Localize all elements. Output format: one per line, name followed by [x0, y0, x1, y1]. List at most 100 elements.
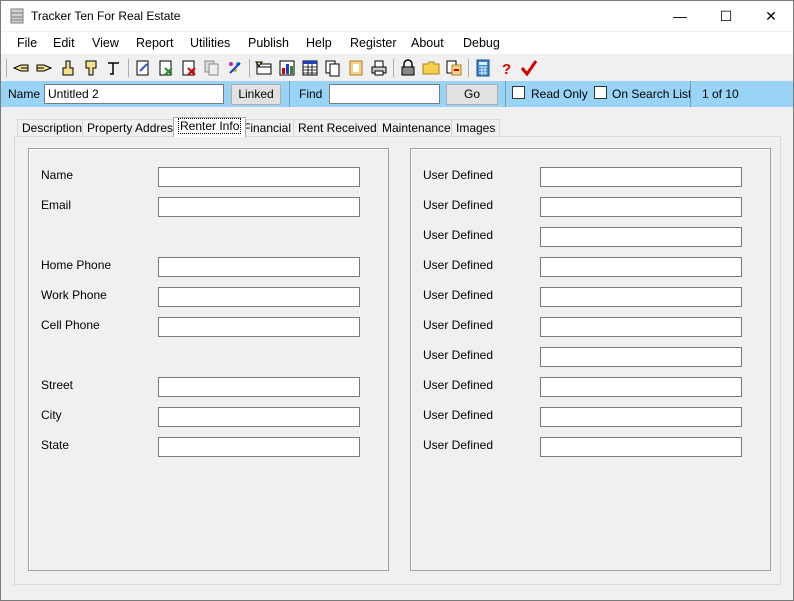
- divider: [505, 81, 506, 107]
- film-icon[interactable]: [347, 59, 365, 77]
- menu-debug[interactable]: Debug: [463, 36, 500, 50]
- tab-property-address[interactable]: Property Address: [82, 119, 185, 137]
- user-defined-input[interactable]: [540, 257, 742, 277]
- tab-rent-received[interactable]: Rent Received: [293, 119, 382, 137]
- city-input[interactable]: [158, 407, 360, 427]
- hand-up-icon[interactable]: [59, 59, 77, 77]
- tab-renter-info[interactable]: Renter Info: [173, 117, 247, 137]
- user-defined-input[interactable]: [540, 437, 742, 457]
- chart-icon[interactable]: [278, 59, 296, 77]
- toolbar: ?: [1, 55, 793, 81]
- title-bar[interactable]: Tracker Ten For Real Estate — ☐ ✕: [1, 1, 793, 31]
- svg-text:?: ?: [502, 61, 511, 77]
- minimize-button[interactable]: —: [657, 1, 703, 31]
- read-only-checkbox[interactable]: [512, 86, 525, 99]
- user-defined-label: User Defined: [423, 258, 494, 272]
- user-defined-label: User Defined: [423, 288, 494, 302]
- delete-record-icon[interactable]: [157, 59, 175, 77]
- user-defined-label: User Defined: [423, 318, 494, 332]
- menu-edit[interactable]: Edit: [53, 36, 75, 50]
- tab-label: Rent Received: [298, 121, 377, 135]
- work-phone-input[interactable]: [158, 287, 360, 307]
- toolbar-separator: [6, 59, 7, 77]
- sparkle-icon[interactable]: [226, 59, 244, 77]
- pointing-hand-left-icon[interactable]: [12, 59, 30, 77]
- state-input[interactable]: [158, 437, 360, 457]
- user-defined-label: User Defined: [423, 438, 494, 452]
- tab-images[interactable]: Images: [451, 119, 501, 137]
- record-name-input[interactable]: Untitled 2: [44, 84, 224, 104]
- help-icon[interactable]: ?: [497, 59, 515, 77]
- street-input[interactable]: [158, 377, 360, 397]
- linked-button[interactable]: Linked: [231, 84, 281, 105]
- renter-email-input[interactable]: [158, 197, 360, 217]
- divider: [289, 81, 290, 107]
- hand-tool-icon[interactable]: [105, 59, 123, 77]
- toolbar-separator: [468, 59, 469, 77]
- menu-help[interactable]: Help: [306, 36, 332, 50]
- calculator-icon[interactable]: [474, 59, 492, 77]
- maximize-icon: ☐: [719, 8, 733, 24]
- toolbar-separator: [249, 59, 250, 77]
- user-defined-input[interactable]: [540, 287, 742, 307]
- menu-file[interactable]: File: [17, 36, 37, 50]
- edit-record-icon[interactable]: [134, 59, 152, 77]
- user-defined-input[interactable]: [540, 167, 742, 187]
- tab-label: Images: [456, 121, 496, 135]
- user-defined-input[interactable]: [540, 347, 742, 367]
- tab-maintenance[interactable]: Maintenance: [377, 119, 456, 137]
- tab-financial[interactable]: Financial: [238, 119, 297, 137]
- tab-label: Renter Info: [178, 118, 242, 134]
- menu-utilities[interactable]: Utilities: [190, 36, 230, 50]
- cell-phone-field-label: Cell Phone: [41, 318, 100, 332]
- divider: [690, 81, 691, 107]
- on-search-list-checkbox[interactable]: [594, 86, 607, 99]
- cell-phone-input[interactable]: [158, 317, 360, 337]
- menu-bar: File Edit View Report Utilities Publish …: [1, 32, 793, 54]
- grid-icon[interactable]: [301, 59, 319, 77]
- duplicate-record-icon[interactable]: [203, 59, 221, 77]
- checkmark-icon[interactable]: [520, 59, 538, 77]
- tab-label: Maintenance: [382, 121, 451, 135]
- minimize-icon: —: [673, 8, 687, 24]
- find-input[interactable]: [329, 84, 440, 104]
- menu-publish[interactable]: Publish: [248, 36, 289, 50]
- search-bar: Name Untitled 2 Linked Find Go Read Only…: [1, 81, 793, 107]
- copy-record-icon[interactable]: [180, 59, 198, 77]
- find-label: Find: [299, 87, 323, 101]
- tab-description[interactable]: Description: [17, 119, 88, 137]
- import-icon[interactable]: [445, 59, 463, 77]
- form-view-icon[interactable]: [255, 59, 273, 77]
- user-defined-label: User Defined: [423, 378, 494, 392]
- user-defined-label: User Defined: [423, 348, 494, 362]
- user-defined-label: User Defined: [423, 198, 494, 212]
- toolbar-separator: [393, 59, 394, 77]
- maximize-button[interactable]: ☐: [703, 1, 749, 31]
- user-defined-input[interactable]: [540, 317, 742, 337]
- home-phone-input[interactable]: [158, 257, 360, 277]
- on-search-list-label[interactable]: On Search List: [612, 87, 691, 101]
- user-defined-input[interactable]: [540, 197, 742, 217]
- print-icon[interactable]: [370, 59, 388, 77]
- email-field-label: Email: [41, 198, 72, 212]
- renter-name-input[interactable]: [158, 167, 360, 187]
- menu-report[interactable]: Report: [136, 36, 174, 50]
- read-only-label[interactable]: Read Only: [531, 87, 588, 101]
- menu-view[interactable]: View: [92, 36, 119, 50]
- lock-icon[interactable]: [399, 59, 417, 77]
- user-defined-input[interactable]: [540, 227, 742, 247]
- name-label: Name: [8, 87, 41, 101]
- pointing-hand-right-icon[interactable]: [35, 59, 53, 77]
- user-defined-input[interactable]: [540, 407, 742, 427]
- app-window: Tracker Ten For Real Estate — ☐ ✕ File E…: [0, 0, 794, 601]
- close-button[interactable]: ✕: [748, 1, 794, 31]
- user-defined-input[interactable]: [540, 377, 742, 397]
- documents-icon[interactable]: [324, 59, 342, 77]
- hand-down-icon[interactable]: [82, 59, 100, 77]
- menu-register[interactable]: Register: [350, 36, 397, 50]
- go-button[interactable]: Go: [446, 84, 498, 105]
- folder-icon[interactable]: [422, 59, 440, 77]
- tab-label: Financial: [243, 121, 292, 135]
- menu-about[interactable]: About: [411, 36, 444, 50]
- database-icon: [10, 8, 24, 24]
